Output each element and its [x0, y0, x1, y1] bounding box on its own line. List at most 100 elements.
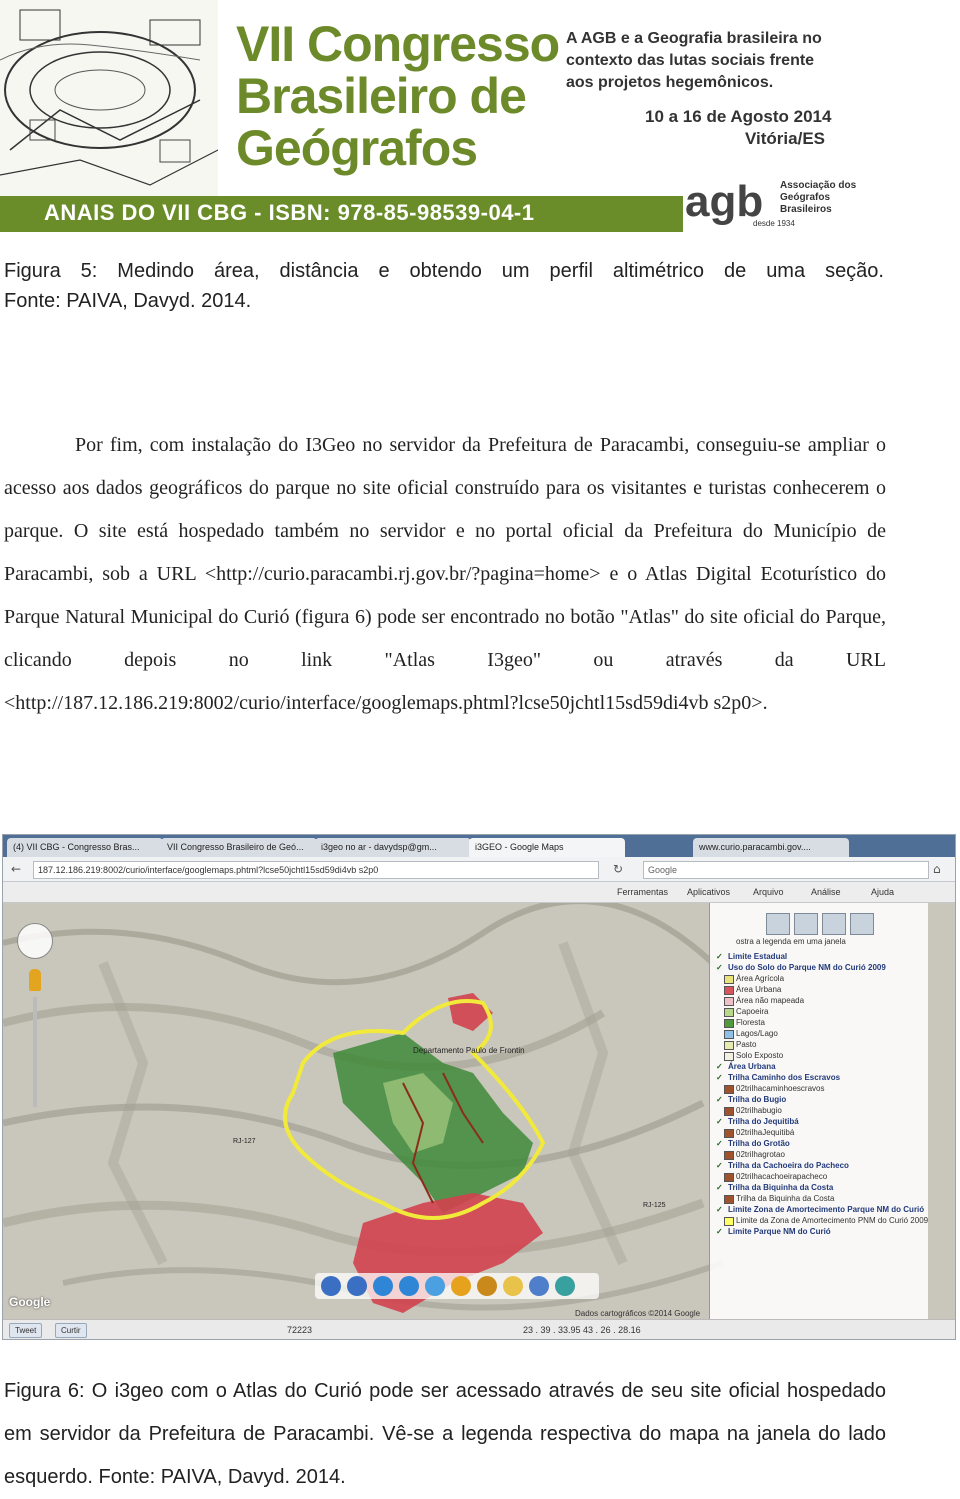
menu-ferramentas[interactable]: Ferramentas: [617, 885, 668, 899]
svg-text:RJ-127: RJ-127: [233, 1138, 256, 1145]
figure-5-source: Fonte: PAIVA, Davyd. 2014.: [4, 290, 252, 312]
legend-layer[interactable]: ✓ Uso do Solo do Parque NM do Curió 2009: [716, 962, 926, 973]
layer-checkbox-icon[interactable]: ✓: [716, 1160, 723, 1171]
menu-analise[interactable]: Análise: [811, 885, 841, 899]
legend-swatch: [724, 986, 734, 995]
legend-label: 02trilhacaminhoescravos: [736, 1084, 825, 1093]
legend-label: Trilha Caminho dos Escravos: [728, 1073, 841, 1082]
print-icon[interactable]: [555, 1276, 575, 1296]
browser-tab-strip: (4) VII CBG - Congresso Bras... VII Cong…: [3, 835, 955, 857]
add-icon[interactable]: [373, 1276, 393, 1296]
google-search-field[interactable]: Google: [643, 861, 929, 879]
legend-label: Área não mapeada: [736, 996, 805, 1005]
legend-label: Trilha do Jequitibá: [728, 1117, 799, 1126]
legend-label: Trilha do Grotão: [728, 1139, 790, 1148]
street-view-pegman-icon[interactable]: [29, 969, 41, 991]
browser-tab[interactable]: i3geo no ar - davydsp@gm...: [315, 838, 471, 857]
legend-layer[interactable]: ✓ Área Urbana: [716, 1061, 926, 1072]
legend-layer[interactable]: ✓ Trilha Caminho dos Escravos: [716, 1072, 926, 1083]
curtir-button[interactable]: Curtir: [55, 1323, 87, 1338]
browser-tab[interactable]: www.curio.paracambi.gov....: [693, 838, 849, 857]
measure-area-icon[interactable]: [477, 1276, 497, 1296]
layer-checkbox-icon[interactable]: ✓: [716, 1138, 723, 1149]
list-icon[interactable]: [850, 913, 874, 935]
legend-layer[interactable]: ✓ Trilha da Biquinha da Costa: [716, 1182, 926, 1193]
legend-swatch: [724, 975, 734, 984]
layer-checkbox-icon[interactable]: ✓: [716, 962, 723, 973]
legend-layer[interactable]: ✓ Trilha do Grotão: [716, 1138, 926, 1149]
back-icon[interactable]: ←: [11, 862, 21, 876]
menu-ajuda[interactable]: Ajuda: [871, 885, 894, 899]
legend-window-link[interactable]: ostra a legenda em uma janela: [736, 937, 846, 946]
layer-checkbox-icon[interactable]: ✓: [716, 1072, 723, 1083]
layer-checkbox-icon[interactable]: ✓: [716, 1094, 723, 1105]
zoom-in-icon[interactable]: [321, 1276, 341, 1296]
congress-dates: 10 a 16 de Agosto 2014 Vitória/ES: [645, 106, 831, 150]
legend-layer[interactable]: ✓ Limite Zona de Amortecimento Parque NM …: [716, 1204, 926, 1215]
menu-aplicativos[interactable]: Aplicativos: [687, 885, 730, 899]
legend-class: Trilha da Biquinha da Costa: [716, 1193, 926, 1204]
legend-swatch: [724, 1195, 734, 1204]
svg-text:Departamento Paulo de Frontin: Departamento Paulo de Frontin: [413, 1046, 525, 1055]
browser-tab[interactable]: (4) VII CBG - Congresso Bras...: [7, 838, 163, 857]
table-icon[interactable]: [822, 913, 846, 935]
legend-label: Uso do Solo do Parque NM do Curió 2009: [728, 963, 886, 972]
legend-swatch: [724, 1107, 734, 1116]
legend-label: Limite da Zona de Amortecimento PNM do C…: [736, 1216, 929, 1225]
legend-icon[interactable]: [794, 913, 818, 935]
tagline-line-2: contexto das lutas sociais frente: [566, 52, 815, 69]
layer-checkbox-icon[interactable]: ✓: [716, 1061, 723, 1072]
legend-class: Floresta: [716, 1017, 926, 1028]
scale-value: 72223: [287, 1325, 313, 1335]
legend-label: Trilha da Biquinha da Costa: [728, 1183, 834, 1192]
legend-class: Limite da Zona de Amortecimento PNM do C…: [716, 1215, 929, 1226]
legend-layer[interactable]: ✓ Limite Parque NM do Curió: [716, 1226, 926, 1237]
layer-checkbox-icon[interactable]: ✓: [716, 1116, 723, 1127]
svg-text:desde 1934: desde 1934: [753, 219, 795, 228]
menu-arquivo[interactable]: Arquivo: [753, 885, 784, 899]
legend-class: 02trilhaJequitibá: [716, 1127, 926, 1138]
legend-class: 02trilhacachoeirapacheco: [716, 1171, 926, 1182]
url-field[interactable]: 187.12.186.219:8002/curio/interface/goog…: [33, 861, 599, 879]
zoom-out-icon[interactable]: [347, 1276, 367, 1296]
layer-checkbox-icon[interactable]: ✓: [716, 1226, 723, 1237]
legend-layer[interactable]: ✓ Trilha do Bugio: [716, 1094, 926, 1105]
pan-control[interactable]: [17, 923, 53, 959]
legend-layer[interactable]: ✓ Trilha do Jequitibá: [716, 1116, 926, 1127]
legend-label: Floresta: [736, 1018, 765, 1027]
legend-class: 02trilhabugio: [716, 1105, 926, 1116]
zoom-slider[interactable]: [33, 997, 37, 1107]
layer-checkbox-icon[interactable]: ✓: [716, 1182, 723, 1193]
layer-checkbox-icon[interactable]: ✓: [716, 951, 723, 962]
congress-title-line-3: Geógrafos: [236, 120, 478, 176]
legend-layer[interactable]: ✓ Trilha da Cachoeira do Pacheco: [716, 1160, 926, 1171]
info-icon[interactable]: [399, 1276, 419, 1296]
pointer-icon[interactable]: [529, 1276, 549, 1296]
legend-label: Área Agrícola: [736, 974, 785, 983]
legend-panel: ostra a legenda em uma janela ✓ Limite Es…: [709, 903, 928, 1319]
browser-tab[interactable]: VII Congresso Brasileiro de Geó...: [161, 838, 317, 857]
svg-text:agb: agb: [685, 177, 763, 226]
reload-icon[interactable]: ↻: [613, 862, 623, 876]
globe-icon[interactable]: [425, 1276, 445, 1296]
tweet-button[interactable]: Tweet: [9, 1323, 43, 1338]
ruler-icon[interactable]: [503, 1276, 523, 1296]
congress-title-line-2: Brasileiro de: [236, 68, 527, 124]
congress-date-range: 10 a 16 de Agosto 2014: [645, 107, 832, 126]
layers-icon[interactable]: [766, 913, 790, 935]
legend-label: Área Urbana: [728, 1062, 776, 1071]
measure-distance-icon[interactable]: [451, 1276, 471, 1296]
home-icon[interactable]: ⌂: [933, 862, 941, 876]
legend-swatch: [724, 1041, 734, 1050]
figure-6-caption: Figura 6: O i3geo com o Atlas do Curió p…: [4, 1380, 886, 1488]
legend-swatch: [724, 1052, 734, 1061]
legend-swatch: [724, 1008, 734, 1017]
congress-banner: VII Congresso Brasileiro de Geógrafos A …: [0, 0, 960, 232]
browser-tab-active[interactable]: i3GEO - Google Maps: [469, 838, 625, 857]
legend-swatch: [724, 1019, 734, 1028]
atlas-browser-screenshot: (4) VII CBG - Congresso Bras... VII Cong…: [2, 834, 956, 1340]
svg-text:RJ-125: RJ-125: [643, 1202, 666, 1209]
legend-layer[interactable]: ✓ Limite Estadual: [716, 951, 926, 962]
i3geo-menu-bar: Ferramentas Aplicativos Arquivo Análise …: [3, 882, 955, 903]
layer-checkbox-icon[interactable]: ✓: [716, 1204, 723, 1215]
